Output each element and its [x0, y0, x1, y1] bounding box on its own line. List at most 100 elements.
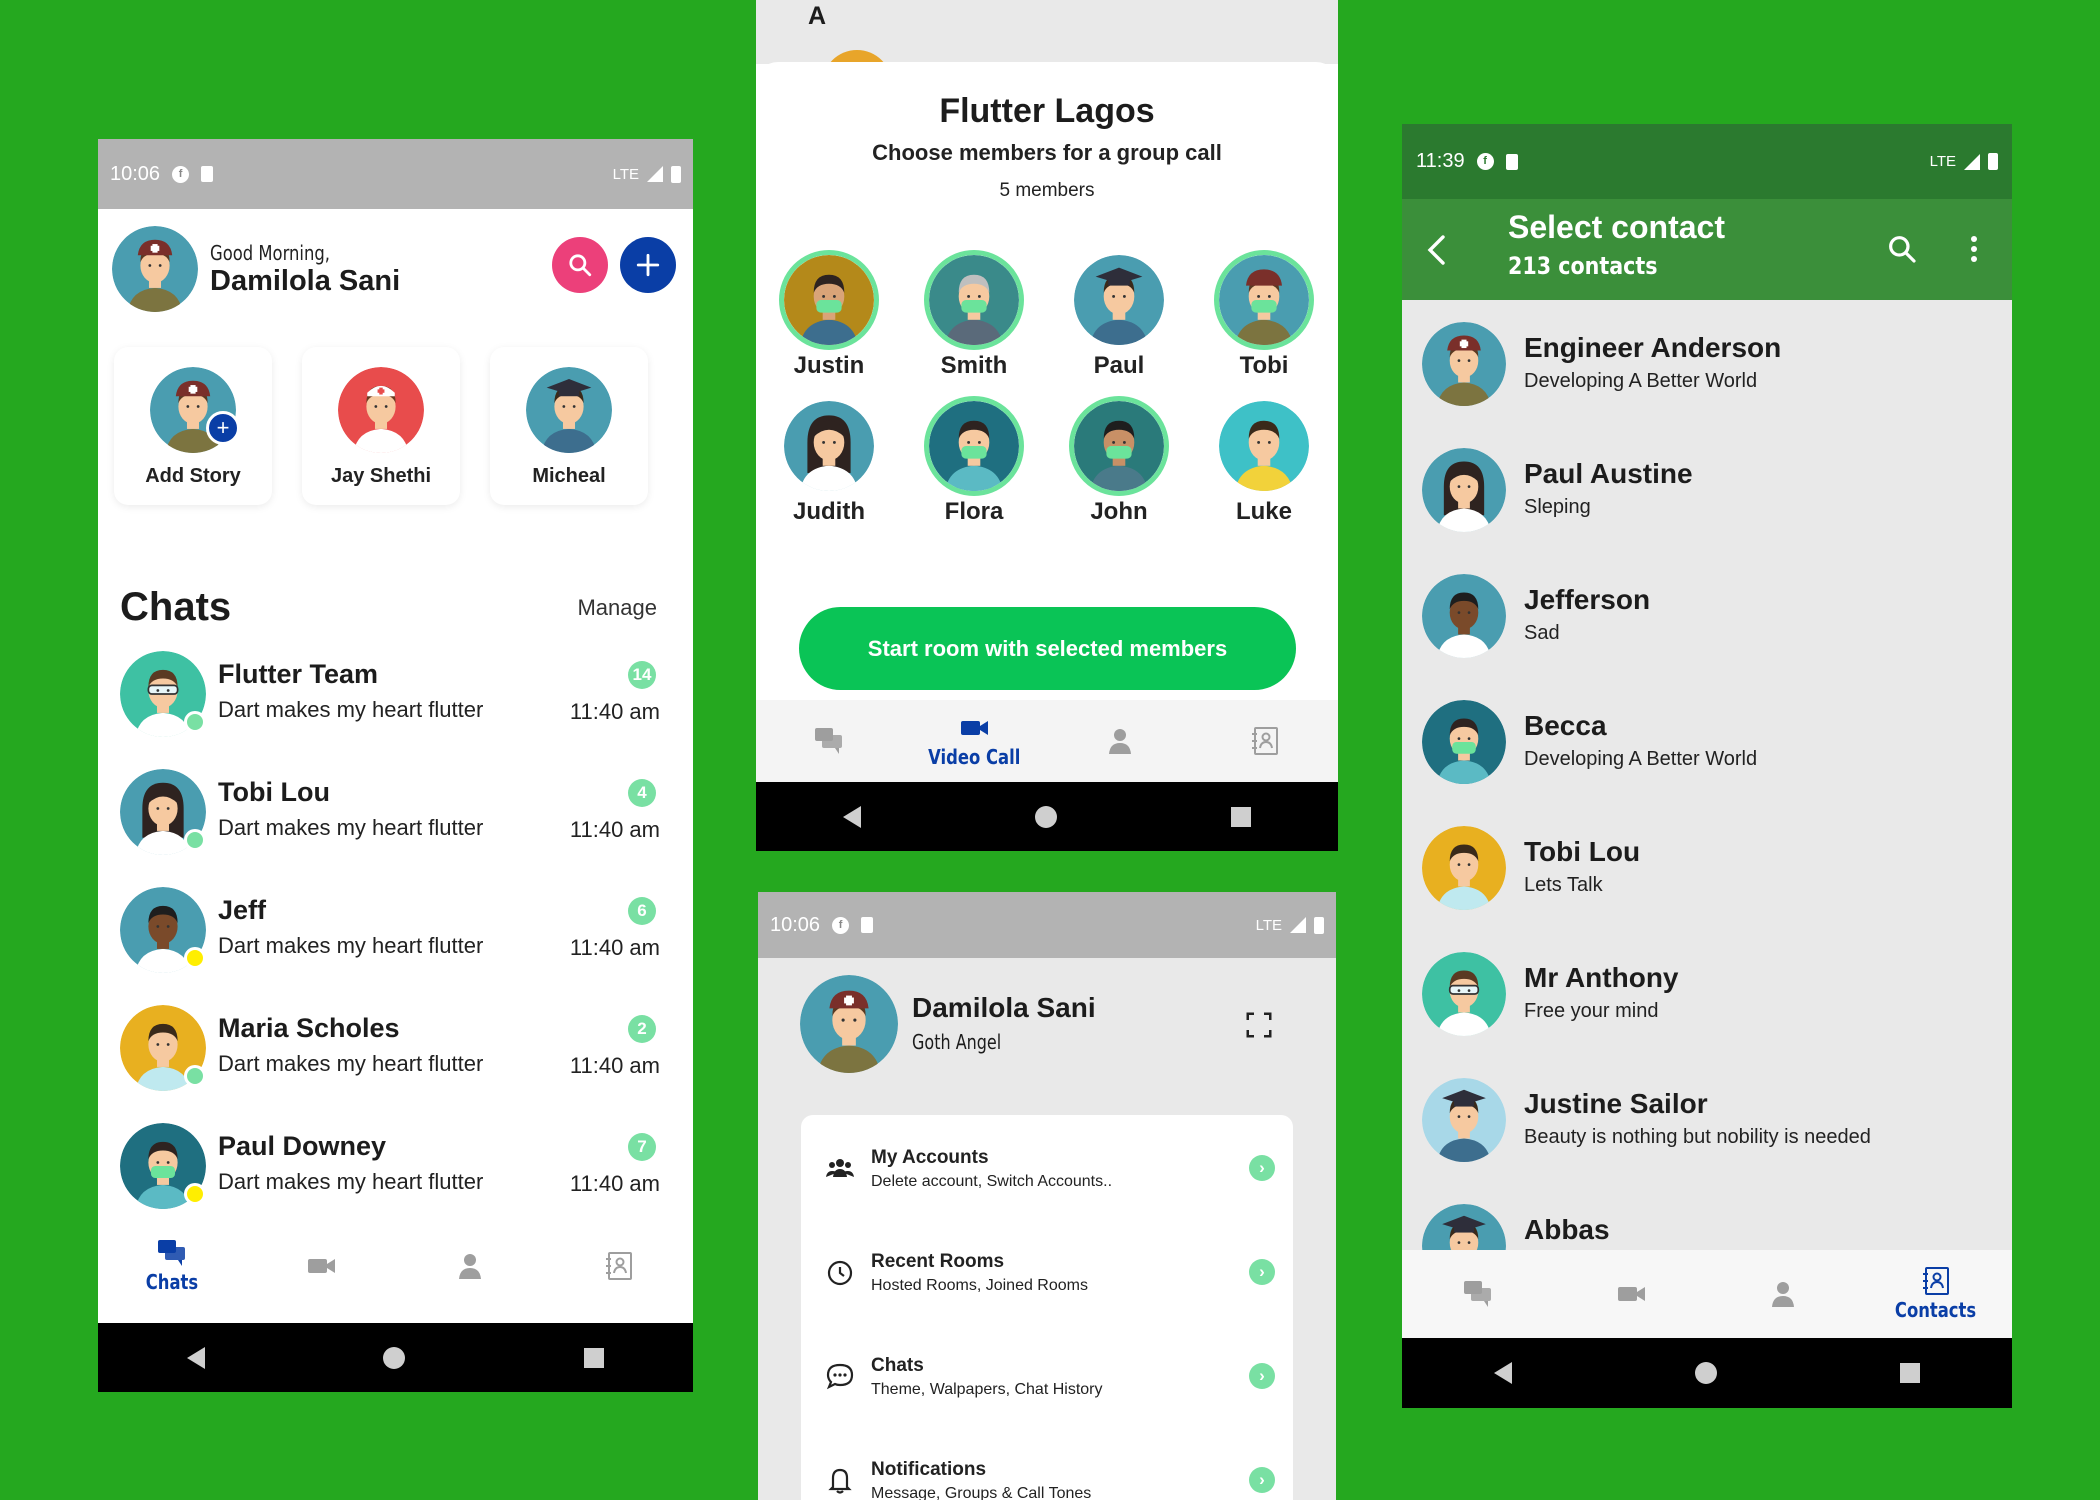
contact-row[interactable]: Jefferson Sad — [1422, 574, 1992, 664]
home-icon[interactable] — [383, 1346, 406, 1369]
profile-name: Damilola Sani — [912, 992, 1096, 1023]
story-card[interactable]: Add Story + — [114, 347, 272, 505]
flutter-icon: f — [832, 916, 850, 934]
member-option[interactable]: Luke — [1209, 396, 1319, 526]
member-option[interactable]: Judith — [774, 396, 884, 526]
online-indicator — [184, 1183, 206, 1205]
contact-row[interactable]: Paul Austine Sleping — [1422, 448, 1992, 538]
contact-avatar — [1422, 700, 1506, 784]
user-avatar[interactable] — [112, 226, 198, 312]
chat-row[interactable]: Flutter Team Dart makes my heart flutter… — [120, 651, 660, 751]
nav-profile[interactable] — [410, 1251, 530, 1281]
chevron-right-icon[interactable]: › — [1249, 1363, 1275, 1389]
home-icon[interactable] — [1694, 1362, 1717, 1384]
add-button[interactable] — [620, 237, 676, 293]
chat-row[interactable]: Tobi Lou Dart makes my heart flutter 4 1… — [120, 769, 660, 869]
member-avatar — [924, 396, 1024, 496]
nav-chats[interactable] — [769, 726, 889, 756]
chat-message: Dart makes my heart flutter — [218, 815, 484, 840]
settings-row[interactable]: Notifications Message, Groups & Call Ton… — [825, 1455, 1275, 1500]
contact-row[interactable]: Tobi Lou Lets Talk — [1422, 826, 1992, 916]
chat-time: 11:40 am — [569, 1053, 660, 1078]
back-icon[interactable] — [843, 805, 861, 828]
recents-icon[interactable] — [1900, 1363, 1921, 1383]
settings-row[interactable]: Recent Rooms Hosted Rooms, Joined Rooms … — [825, 1247, 1275, 1317]
nav-video-call[interactable] — [1571, 1279, 1691, 1309]
member-option[interactable]: Tobi — [1209, 250, 1319, 380]
recents-icon[interactable] — [583, 1347, 604, 1368]
settings-row[interactable]: My Accounts Delete account, Switch Accou… — [825, 1143, 1275, 1213]
nav-video-call[interactable]: Video Call — [914, 713, 1034, 769]
video-icon — [958, 713, 990, 743]
story-card[interactable]: Micheal — [490, 347, 648, 505]
chevron-right-icon[interactable]: › — [1249, 1259, 1275, 1285]
chat-message: Dart makes my heart flutter — [218, 933, 484, 958]
status-time: 10:06 — [770, 913, 821, 936]
settings-title: Chats — [871, 1355, 924, 1376]
member-avatar — [779, 250, 879, 350]
story-card[interactable]: Jay Shethi — [302, 347, 460, 505]
back-arrow-icon[interactable] — [1424, 233, 1448, 267]
contacts-icon — [1920, 1266, 1952, 1296]
signal-icon — [1964, 153, 1980, 170]
chat-time: 11:40 am — [569, 935, 660, 960]
back-icon[interactable] — [1493, 1362, 1512, 1384]
contact-count: 213 contacts — [1508, 252, 1658, 280]
nav-contacts[interactable] — [559, 1251, 679, 1281]
network-label: LTE — [1929, 153, 1956, 170]
add-story-plus-icon[interactable]: + — [206, 411, 240, 445]
profile-avatar[interactable] — [800, 975, 898, 1073]
sd-card-icon — [201, 166, 214, 182]
contact-row[interactable]: Engineer Anderson Developing A Better Wo… — [1422, 322, 1992, 412]
group-call-screen: A Flutter Lagos Choose members for a gro… — [756, 0, 1338, 851]
chat-time: 11:40 am — [569, 1171, 660, 1196]
settings-row[interactable]: Chats Theme, Walpapers, Chat History › — [825, 1351, 1275, 1421]
contact-row[interactable]: Justine Sailor Beauty is nothing but nob… — [1422, 1078, 1992, 1168]
search-button[interactable] — [552, 237, 608, 293]
recents-icon[interactable] — [1231, 806, 1251, 827]
bottom-nav: Video Call — [756, 700, 1338, 782]
history-icon — [825, 1257, 855, 1287]
nav-chats[interactable]: Chats — [112, 1238, 232, 1294]
contact-name: Becca — [1524, 710, 1607, 741]
system-nav — [1402, 1338, 2012, 1408]
more-vert-icon[interactable] — [1970, 235, 1978, 263]
home-screen: 10:06 f LTE Good Morning, Damilola Sani … — [98, 139, 693, 1392]
member-option[interactable]: Smith — [919, 250, 1029, 380]
battery-icon — [671, 165, 681, 183]
contact-row[interactable]: Becca Developing A Better World — [1422, 700, 1992, 790]
nav-profile[interactable] — [1060, 726, 1180, 756]
member-option[interactable]: John — [1064, 396, 1174, 526]
nav-contacts[interactable] — [1205, 726, 1325, 756]
nav-profile[interactable] — [1723, 1279, 1843, 1309]
contact-avatar — [1422, 448, 1506, 532]
nav-contacts[interactable]: Contacts — [1876, 1266, 1996, 1322]
member-option[interactable]: Flora — [919, 396, 1029, 526]
chat-row[interactable]: Maria Scholes Dart makes my heart flutte… — [120, 1005, 660, 1105]
chevron-right-icon[interactable]: › — [1249, 1467, 1275, 1493]
manage-link[interactable]: Manage — [577, 595, 657, 621]
contact-row[interactable]: Mr Anthony Free your mind — [1422, 952, 1992, 1042]
search-icon[interactable] — [1886, 233, 1918, 265]
call-sheet: Flutter Lagos Choose members for a group… — [756, 62, 1338, 702]
status-bar: 10:06 f LTE — [98, 139, 693, 209]
back-icon[interactable] — [187, 1346, 206, 1369]
video-icon — [305, 1251, 337, 1281]
contact-name: Engineer Anderson — [1524, 332, 1782, 363]
chat-row[interactable]: Jeff Dart makes my heart flutter 6 11:40… — [120, 887, 660, 987]
settings-title: Notifications — [871, 1459, 987, 1480]
contacts-icon — [1249, 726, 1281, 756]
system-nav — [98, 1323, 693, 1392]
start-room-button[interactable]: Start room with selected members — [799, 607, 1296, 690]
home-icon[interactable] — [1035, 805, 1057, 828]
chat-name: Maria Scholes — [218, 1013, 400, 1043]
contact-name: Paul Austine — [1524, 458, 1693, 489]
qr-scan-icon[interactable] — [1244, 1010, 1274, 1040]
chat-bubble-icon — [825, 1361, 855, 1391]
chat-row[interactable]: Paul Downey Dart makes my heart flutter … — [120, 1123, 660, 1223]
member-option[interactable]: Justin — [774, 250, 884, 380]
nav-chats[interactable] — [1418, 1279, 1538, 1309]
nav-video-call[interactable] — [261, 1251, 381, 1281]
chevron-right-icon[interactable]: › — [1249, 1155, 1275, 1181]
member-option[interactable]: Paul — [1064, 250, 1174, 380]
